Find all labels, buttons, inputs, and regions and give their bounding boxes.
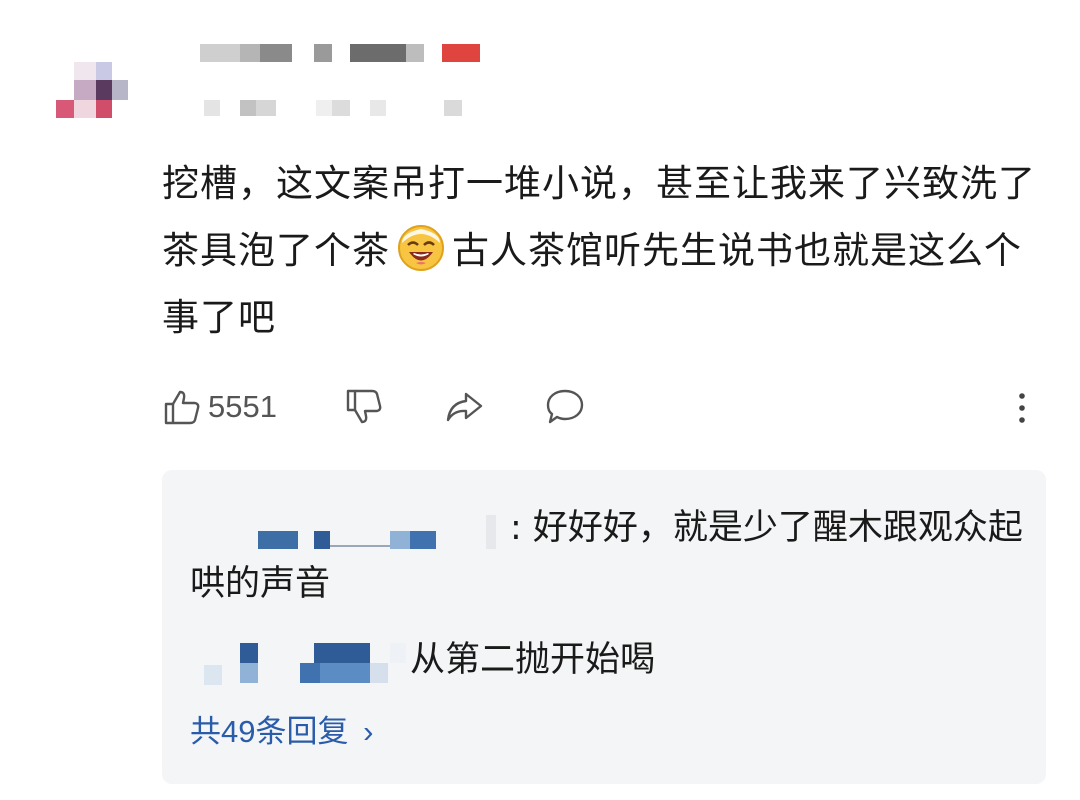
reply-item[interactable]: 从第二抛开始喝 bbox=[190, 632, 1030, 688]
thumbs-up-icon bbox=[162, 387, 202, 427]
like-button[interactable]: 5551 bbox=[162, 384, 277, 430]
comment-meta-redacted bbox=[200, 100, 470, 120]
replies-panel: : 好好好，就是少了醒木跟观众起哄的声音 从第二抛开始喝 共49条回复 › bbox=[162, 470, 1046, 784]
more-dots-icon bbox=[1012, 387, 1032, 427]
comment-body: 挖槽，这文案吊打一堆小说，甚至让我来了兴致洗了茶具泡了个茶 古人茶馆听先生说书也… bbox=[162, 150, 1042, 351]
like-count: 5551 bbox=[208, 389, 277, 424]
thumbs-down-icon bbox=[344, 387, 384, 427]
more-options-button[interactable] bbox=[1012, 384, 1032, 430]
reply-item[interactable]: : 好好好，就是少了醒木跟观众起哄的声音 bbox=[190, 500, 1030, 612]
reply-bubble-icon bbox=[544, 387, 586, 427]
reply-username-redacted[interactable] bbox=[190, 507, 510, 551]
username-redacted[interactable] bbox=[200, 44, 490, 64]
share-icon bbox=[444, 387, 484, 427]
chevron-right-icon: › bbox=[363, 714, 374, 749]
view-all-replies-link[interactable]: 共49条回复 › bbox=[190, 706, 373, 751]
dislike-button[interactable] bbox=[344, 384, 384, 430]
reply-text: 从第二抛开始喝 bbox=[410, 640, 656, 680]
comment-action-bar: 5551 bbox=[162, 384, 1042, 430]
avatar[interactable] bbox=[52, 58, 132, 124]
view-all-replies-label: 共49条回复 bbox=[190, 714, 349, 749]
share-button[interactable] bbox=[444, 384, 484, 430]
reply-button[interactable] bbox=[544, 384, 586, 430]
laughing-face-emoji-icon bbox=[396, 223, 446, 273]
reply-separator: : bbox=[510, 508, 533, 548]
reply-username-redacted[interactable] bbox=[190, 639, 410, 685]
